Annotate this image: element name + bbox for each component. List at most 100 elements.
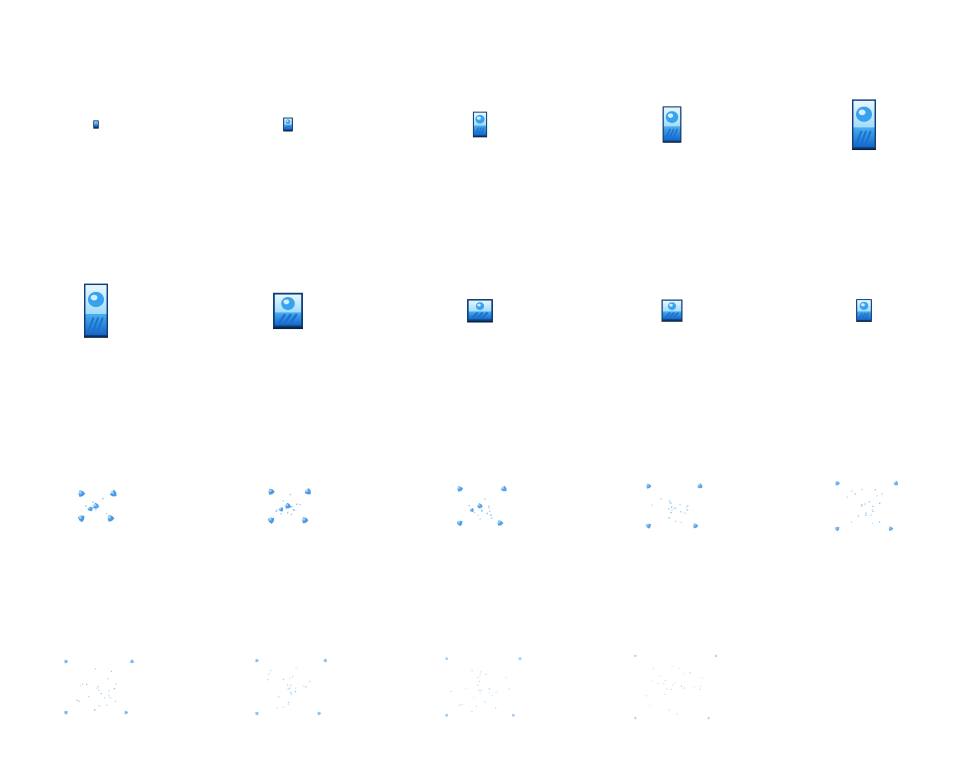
ice-sparkle [644, 694, 646, 696]
ice-sparkle [276, 509, 278, 511]
card-orb-highlight [283, 299, 290, 305]
ice-sparkle [113, 688, 116, 690]
ice-sparkle [305, 686, 307, 688]
ice-sparkle [857, 515, 860, 517]
ice-sparkle [861, 504, 863, 506]
ice-sparkle [683, 687, 685, 689]
ice-sparkle [689, 671, 692, 674]
ice-shard-highlight [470, 508, 473, 511]
ice-sparkle [871, 522, 874, 524]
ice-sparkle [870, 514, 872, 516]
ice-burst [633, 654, 718, 720]
ice-sparkle [98, 689, 100, 691]
ice-sparkle [478, 680, 480, 683]
ice-sparkle [648, 705, 651, 707]
ice-sparkle [699, 688, 701, 691]
card-orb-highlight [861, 303, 865, 307]
ice-shard-highlight [501, 486, 505, 490]
ice-sparkle [861, 505, 863, 507]
ice-card [93, 120, 99, 129]
sprite-frame-canvas [633, 654, 718, 720]
ice-sparkle [282, 706, 284, 708]
ice-sparkle [874, 489, 876, 491]
ice-sparkle [651, 679, 653, 681]
ice-sparkle [106, 512, 108, 515]
ice-shard-highlight [64, 711, 67, 713]
ice-sparkle [94, 668, 97, 670]
ice-sparkle [268, 673, 270, 675]
ice-sparkle [282, 678, 285, 681]
ice-sparkle [488, 505, 490, 507]
ice-shard-highlight [268, 517, 272, 521]
ice-sparkle [687, 505, 689, 507]
ice-sparkle [489, 510, 491, 513]
ice-sparkle [872, 505, 874, 507]
ice-sparkle [669, 500, 671, 502]
ice-sparkle [850, 521, 853, 523]
ice-sparkle [664, 693, 666, 695]
ice-sparkle [646, 695, 648, 697]
sprite-frame-canvas [834, 480, 898, 532]
ice-sparkle [486, 512, 488, 515]
ice-sparkle [475, 705, 477, 707]
ice-sparkle [292, 509, 294, 511]
ice-sparkle [295, 687, 297, 689]
sprite-frame-10 [768, 192, 960, 384]
sprite-frame-canvas [77, 489, 117, 523]
ice-sparkle [477, 505, 479, 507]
ice-sparkle [102, 497, 104, 500]
sprite-frame-15 [768, 384, 960, 576]
ice-shard-highlight [124, 711, 127, 713]
ice-shard-highlight [888, 526, 891, 529]
ice-sparkle [671, 665, 673, 668]
ice-sparkle [115, 683, 117, 685]
ice-sparkle [97, 685, 99, 688]
ice-shard-highlight [457, 520, 461, 524]
ice-sparkle [478, 689, 480, 691]
ice-sparkle [100, 693, 102, 695]
ice-sparkle [299, 503, 301, 506]
ice-sparkle [490, 514, 492, 516]
ice-shard-highlight [835, 526, 838, 529]
ice-card [662, 106, 682, 143]
ice-sparkle [294, 509, 296, 511]
ice-sparkle [106, 704, 108, 706]
ice-sparkle [680, 685, 683, 687]
ice-shard-highlight [302, 517, 306, 521]
sprite-sheet [0, 0, 960, 768]
ice-sparkle [668, 508, 670, 510]
sprite-frame-3 [384, 0, 576, 192]
ice-sparkle [685, 506, 688, 508]
ice-sparkle [286, 503, 288, 505]
ice-sparkle [657, 683, 659, 685]
ice-shard-highlight [445, 657, 447, 659]
ice-sparkle [670, 511, 672, 514]
ice-sparkle [278, 696, 280, 698]
ice-sparkle [477, 676, 479, 678]
ice-sparkle [488, 507, 490, 509]
ice-sparkle [854, 493, 856, 495]
card-orb-highlight [667, 113, 674, 118]
ice-sparkle [495, 707, 497, 709]
ice-sparkle [851, 490, 853, 492]
ice-sparkle [678, 667, 680, 670]
ice-sparkle [91, 508, 93, 510]
ice-sparkle [108, 690, 110, 692]
ice-sparkle [488, 688, 490, 690]
ice-shard-highlight [707, 717, 709, 719]
ice-sparkle [290, 684, 292, 686]
ice-sparkle [670, 688, 672, 690]
sprite-frame-13 [384, 384, 576, 576]
ice-sparkle [296, 503, 298, 505]
ice-sparkle [683, 672, 685, 674]
ice-sparkle [309, 681, 311, 683]
ice-sparkle [270, 669, 272, 672]
ice-shard-highlight [255, 712, 258, 714]
ice-sparkle [846, 496, 848, 498]
ice-burst [254, 658, 327, 716]
ice-sparkle [865, 512, 867, 514]
ice-burst [834, 480, 898, 532]
ice-shard-highlight [255, 659, 258, 661]
ice-sparkle [276, 707, 278, 709]
sprite-frame-canvas [472, 111, 488, 138]
